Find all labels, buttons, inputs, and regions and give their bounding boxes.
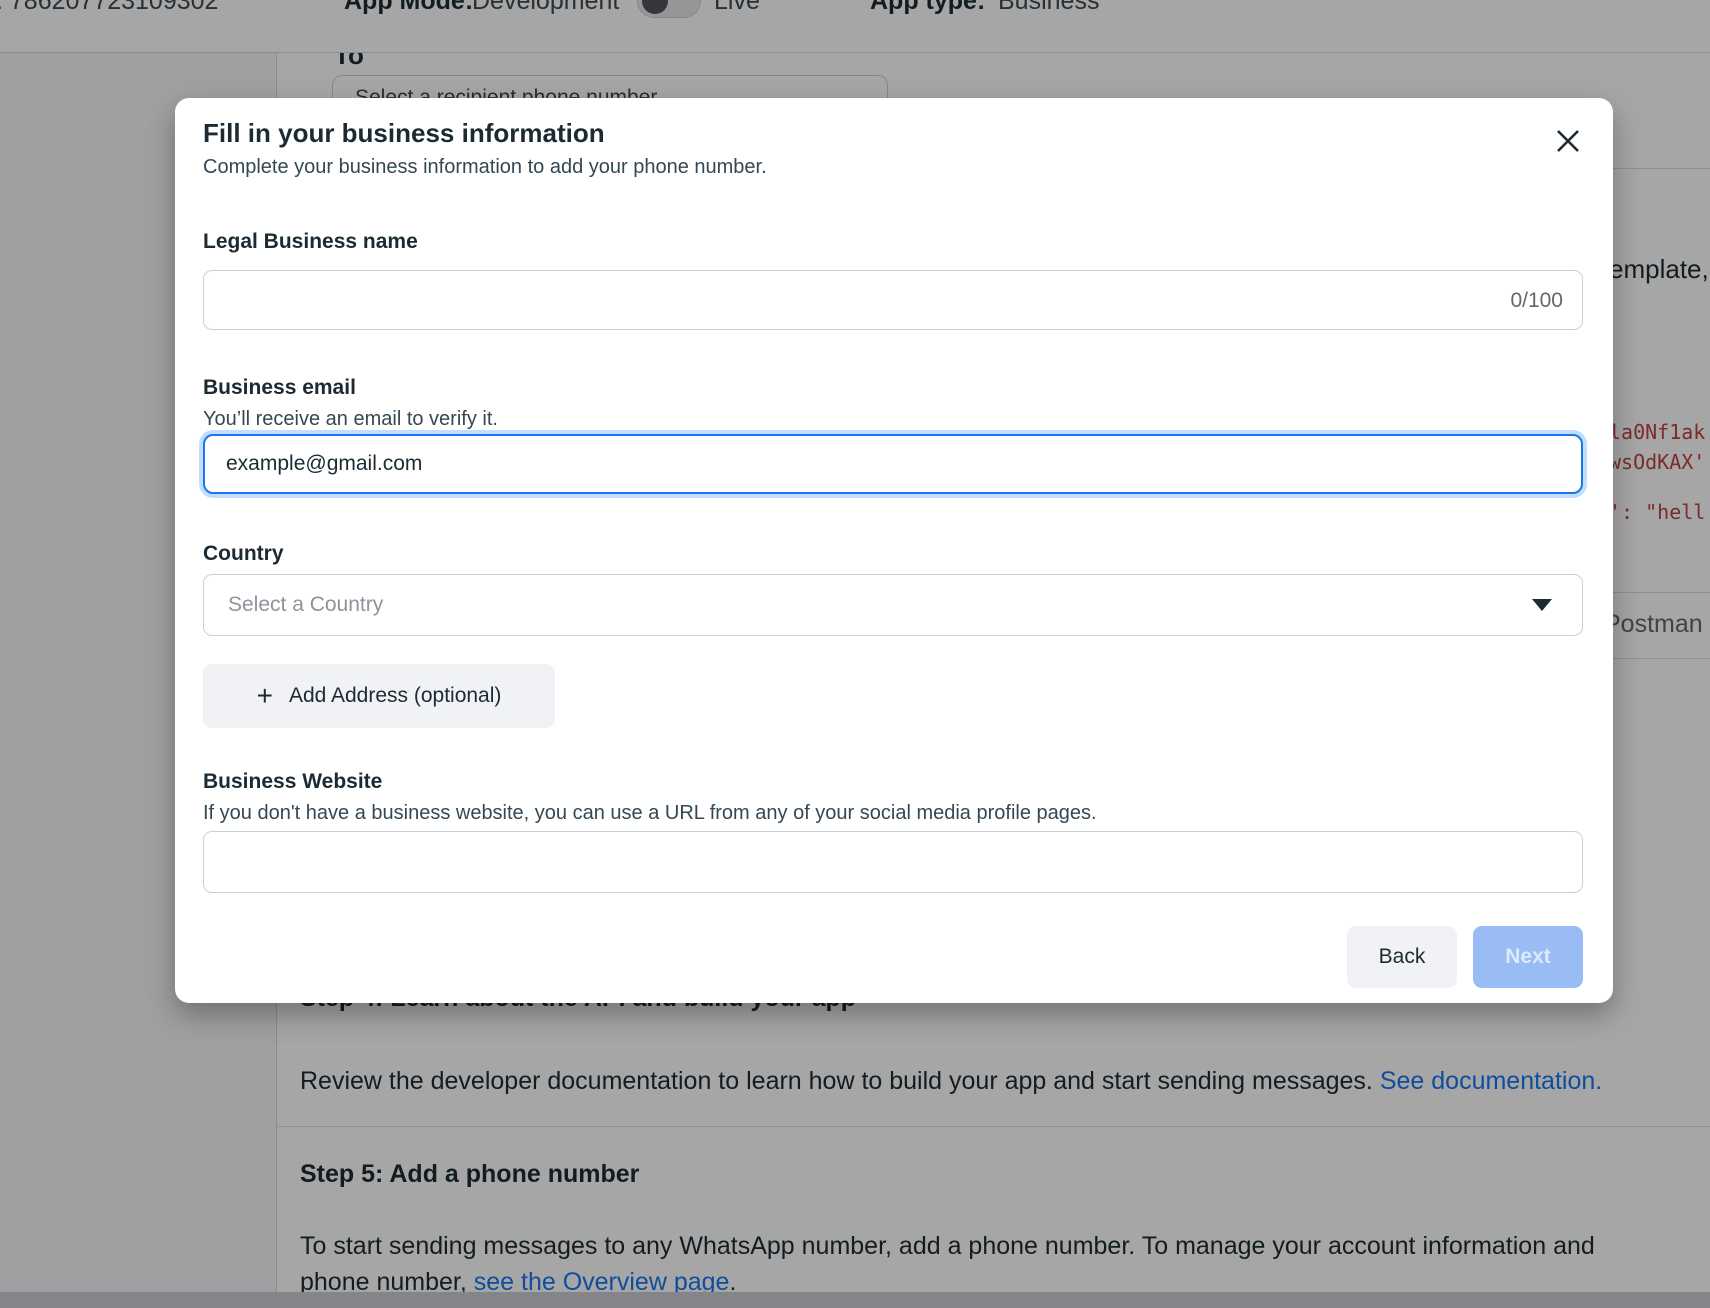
add-address-button[interactable]: + Add Address (optional) [203, 664, 555, 728]
chevron-down-icon [1532, 599, 1552, 611]
email-input[interactable] [203, 434, 1583, 494]
legal-name-label: Legal Business name [203, 230, 418, 254]
close-button[interactable] [1551, 124, 1585, 158]
country-placeholder: Select a Country [228, 593, 1532, 617]
email-helper: You’ll receive an email to verify it. [203, 408, 498, 431]
website-label: Business Website [203, 770, 382, 794]
plus-icon: + [257, 682, 273, 710]
website-input[interactable] [203, 831, 1583, 893]
back-button[interactable]: Back [1347, 926, 1457, 988]
country-label: Country [203, 542, 284, 566]
char-counter: 0/100 [1463, 289, 1563, 313]
business-info-modal: Fill in your business information Comple… [175, 98, 1613, 1003]
next-button[interactable]: Next [1473, 926, 1583, 988]
modal-title: Fill in your business information [203, 118, 605, 149]
screen: To Select a recipient phone number empla… [0, 0, 1710, 1308]
close-icon [1554, 127, 1582, 155]
add-address-label: Add Address (optional) [289, 684, 501, 708]
country-select[interactable]: Select a Country [203, 574, 1583, 636]
website-helper: If you don't have a business website, yo… [203, 802, 1097, 825]
email-label: Business email [203, 376, 356, 400]
modal-subtitle: Complete your business information to ad… [203, 156, 767, 179]
legal-name-input[interactable] [203, 270, 1583, 330]
